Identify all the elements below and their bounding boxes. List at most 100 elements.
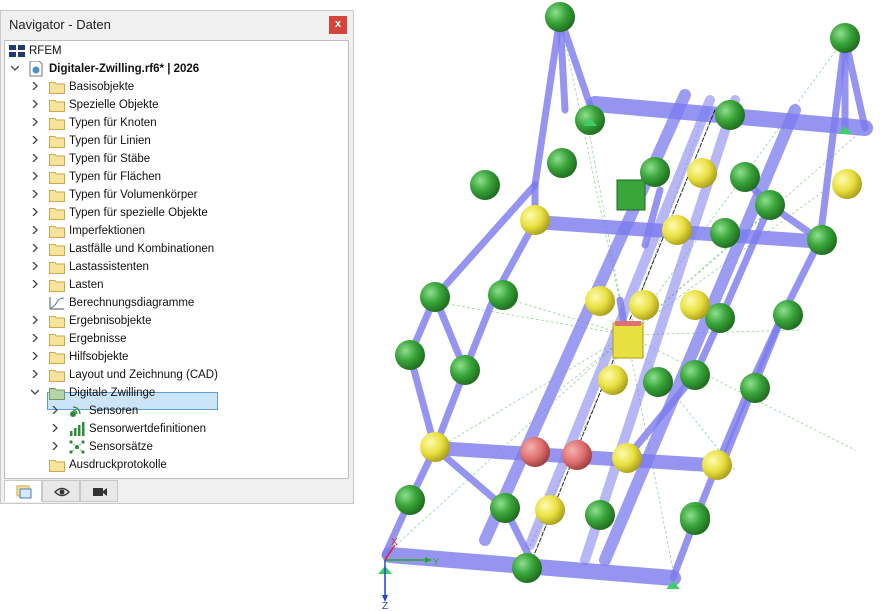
sensor-yellow[interactable] bbox=[702, 450, 732, 480]
tree-item[interactable]: Berechnungsdiagramme bbox=[5, 294, 345, 312]
camera-icon bbox=[93, 488, 107, 496]
tree-root[interactable]: RFEM bbox=[5, 42, 345, 60]
sensor-yellow[interactable] bbox=[662, 215, 692, 245]
sensor-green[interactable] bbox=[755, 190, 785, 220]
sensor-yellow[interactable] bbox=[687, 158, 717, 188]
chevron-right-icon[interactable] bbox=[29, 312, 41, 330]
axis-z-label: Z bbox=[382, 601, 388, 611]
sensor-green[interactable] bbox=[830, 23, 860, 53]
folder-icon bbox=[49, 226, 65, 238]
model-viewport[interactable]: X Y Z bbox=[355, 0, 882, 611]
tree-item[interactable]: Digitale Zwillinge bbox=[5, 384, 345, 402]
signal-bars-icon bbox=[70, 422, 85, 436]
tree-item[interactable]: Layout und Zeichnung (CAD) bbox=[5, 366, 345, 384]
sensor-yellow[interactable] bbox=[832, 169, 862, 199]
tree-item[interactable]: Imperfektionen bbox=[5, 222, 345, 240]
tree-item[interactable]: Ergebnisse bbox=[5, 330, 345, 348]
sensor-green[interactable] bbox=[395, 340, 425, 370]
tree-item-ausdruckprotokolle[interactable]: Ausdruckprotokolle bbox=[5, 456, 345, 474]
sensor-yellow[interactable] bbox=[420, 432, 450, 462]
sensor-green[interactable] bbox=[807, 225, 837, 255]
tree-item-label: Lasten bbox=[69, 279, 104, 291]
chevron-right-icon[interactable] bbox=[29, 240, 41, 258]
sensor-yellow[interactable] bbox=[585, 286, 615, 316]
tree-model[interactable]: Digitaler-Zwilling.rf6* | 2026 bbox=[5, 60, 345, 78]
tree-subitem[interactable]: Sensorwertdefinitionen bbox=[5, 420, 345, 438]
camera-tab[interactable] bbox=[80, 480, 118, 502]
sensor-yellow[interactable] bbox=[598, 365, 628, 395]
sensor-box-yellow[interactable] bbox=[612, 322, 644, 359]
sensor-green[interactable] bbox=[450, 355, 480, 385]
tree-subitem[interactable]: Sensorsätze bbox=[5, 438, 345, 456]
tree-item[interactable]: Hilfsobjekte bbox=[5, 348, 345, 366]
chevron-right-icon[interactable] bbox=[29, 132, 41, 150]
tree-item[interactable]: Typen für Linien bbox=[5, 132, 345, 150]
chevron-right-icon[interactable] bbox=[29, 276, 41, 294]
sensor-green[interactable] bbox=[488, 280, 518, 310]
chevron-right-icon[interactable] bbox=[29, 96, 41, 114]
tree-item[interactable]: Lasten bbox=[5, 276, 345, 294]
tree-item[interactable]: Typen für Knoten bbox=[5, 114, 345, 132]
sensor-green[interactable] bbox=[512, 553, 542, 583]
sensor-green[interactable] bbox=[715, 100, 745, 130]
sensor-green[interactable] bbox=[680, 360, 710, 390]
sensor-green[interactable] bbox=[640, 157, 670, 187]
chevron-right-icon[interactable] bbox=[29, 222, 41, 240]
tree-item[interactable]: Typen für Stäbe bbox=[5, 150, 345, 168]
sensor-green[interactable] bbox=[773, 300, 803, 330]
sensor-red[interactable] bbox=[520, 437, 550, 467]
chevron-right-icon[interactable] bbox=[49, 438, 61, 456]
folder-icon bbox=[49, 262, 65, 274]
sensor-green[interactable] bbox=[740, 373, 770, 403]
sensor-green[interactable] bbox=[545, 2, 575, 32]
tree-item[interactable]: Lastfälle und Kombinationen bbox=[5, 240, 345, 258]
folder-icon bbox=[49, 190, 65, 202]
chevron-down-icon[interactable] bbox=[9, 60, 21, 78]
chevron-right-icon[interactable] bbox=[49, 420, 61, 438]
tree-item[interactable]: Basisobjekte bbox=[5, 78, 345, 96]
sensor-green[interactable] bbox=[643, 367, 673, 397]
chevron-right-icon[interactable] bbox=[29, 114, 41, 132]
view-tab[interactable] bbox=[42, 480, 80, 502]
tree-model-label: Digitaler-Zwilling.rf6* | 2026 bbox=[49, 63, 200, 75]
sensor-green[interactable] bbox=[470, 170, 500, 200]
sensor-green[interactable] bbox=[680, 505, 710, 535]
truss-member bbox=[816, 34, 849, 244]
sensor-yellow[interactable] bbox=[612, 443, 642, 473]
sensor-green[interactable] bbox=[395, 485, 425, 515]
chevron-down-icon[interactable] bbox=[29, 384, 41, 402]
tree-item[interactable]: Typen für Volumenkörper bbox=[5, 186, 345, 204]
chevron-right-icon[interactable] bbox=[29, 348, 41, 366]
chevron-right-icon[interactable] bbox=[29, 168, 41, 186]
tree-item[interactable]: Lastassistenten bbox=[5, 258, 345, 276]
tree-subitem[interactable]: Sensoren bbox=[5, 402, 345, 420]
sensor-yellow[interactable] bbox=[520, 205, 550, 235]
tree-item[interactable]: Typen für spezielle Objekte bbox=[5, 204, 345, 222]
sensor-green[interactable] bbox=[710, 218, 740, 248]
sensor-yellow[interactable] bbox=[535, 495, 565, 525]
sensor-yellow[interactable] bbox=[680, 290, 710, 320]
sensor-green[interactable] bbox=[730, 162, 760, 192]
close-button[interactable]: x bbox=[329, 16, 347, 34]
sensor-yellow[interactable] bbox=[629, 290, 659, 320]
chevron-right-icon[interactable] bbox=[49, 402, 61, 420]
chevron-right-icon[interactable] bbox=[29, 186, 41, 204]
sensor-red[interactable] bbox=[562, 440, 592, 470]
chevron-right-icon[interactable] bbox=[29, 366, 41, 384]
tree-item[interactable]: Spezielle Objekte bbox=[5, 96, 345, 114]
tree-item-label: Typen für Flächen bbox=[69, 171, 162, 183]
tree-item[interactable]: Ergebnisobjekte bbox=[5, 312, 345, 330]
sensor-green[interactable] bbox=[490, 493, 520, 523]
data-tab[interactable] bbox=[4, 480, 42, 502]
sensor-box-green[interactable] bbox=[616, 179, 646, 211]
chevron-right-icon[interactable] bbox=[29, 330, 41, 348]
chevron-right-icon[interactable] bbox=[29, 258, 41, 276]
chevron-right-icon[interactable] bbox=[29, 78, 41, 96]
sensor-green[interactable] bbox=[547, 148, 577, 178]
sensor-green[interactable] bbox=[585, 500, 615, 530]
chevron-right-icon[interactable] bbox=[29, 204, 41, 222]
tree-item[interactable]: Typen für Flächen bbox=[5, 168, 345, 186]
sensor-green[interactable] bbox=[420, 282, 450, 312]
chevron-right-icon[interactable] bbox=[29, 150, 41, 168]
tree-root-label: RFEM bbox=[29, 45, 62, 57]
